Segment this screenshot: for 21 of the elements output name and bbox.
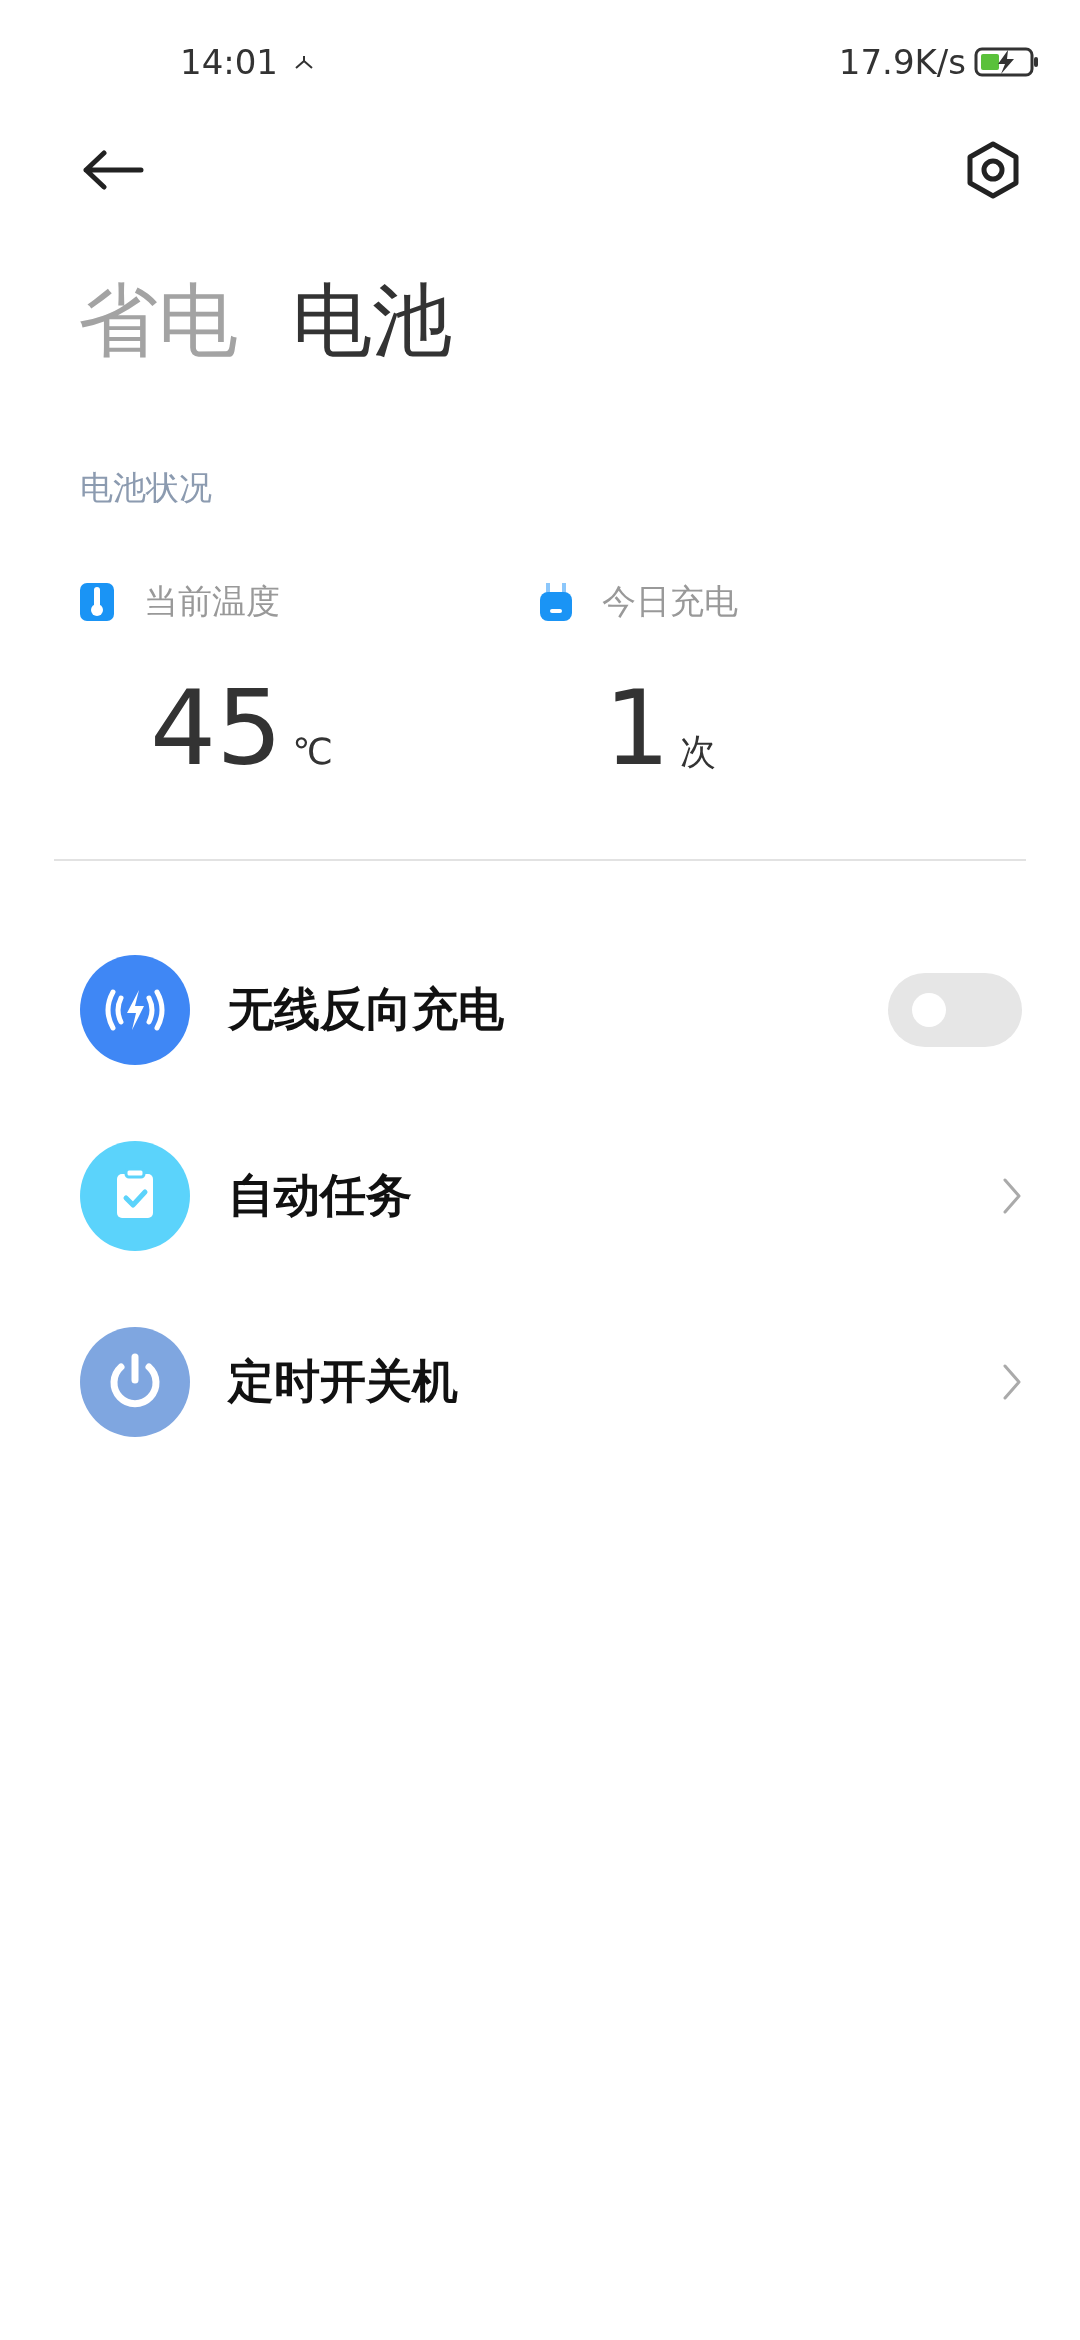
item-label[interactable]: 无线反向充电 xyxy=(228,979,888,1041)
settings-icon[interactable] xyxy=(966,141,1020,199)
tab[interactable]: 电池 xyxy=(292,266,452,376)
item-label[interactable]: 定时开关机 xyxy=(228,1351,1002,1413)
stat-value: 45 xyxy=(150,667,283,789)
notification-icon xyxy=(294,54,314,70)
plug-icon xyxy=(540,583,572,621)
battery-charging-icon xyxy=(974,46,1040,78)
stat-label: 当前温度 xyxy=(144,580,280,623)
stat-value: 1 xyxy=(604,667,671,789)
chevron-icon[interactable] xyxy=(1002,1363,1022,1401)
item-label[interactable]: 自动任务 xyxy=(228,1165,1002,1227)
status-time: 14:01 xyxy=(180,42,278,82)
section-title: 电池状况 xyxy=(79,467,213,509)
chevron-icon[interactable] xyxy=(1002,1177,1022,1215)
network-speed: 17.9K/s xyxy=(838,42,966,82)
back-arrow-icon[interactable] xyxy=(82,150,144,190)
stat-label: 今日充电 xyxy=(602,580,738,623)
thermometer-icon xyxy=(80,583,114,621)
stat-unit: 次 xyxy=(680,730,717,774)
stat-unit: ℃ xyxy=(292,731,333,772)
